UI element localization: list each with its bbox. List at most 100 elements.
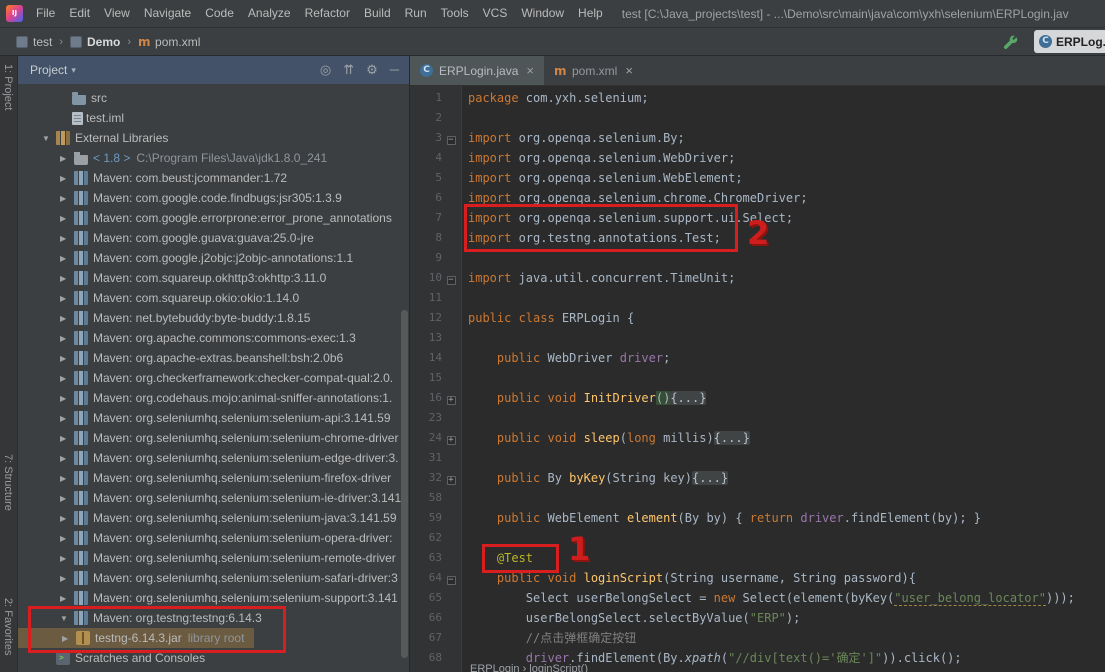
menu-view[interactable]: View [97, 0, 137, 27]
menu-refactor[interactable]: Refactor [298, 0, 357, 27]
tree-item-maven-org.codehaus.mojo-animal-sniffer-annotations-1.[interactable]: ▶ Maven: org.codehaus.mojo:animal-sniffer… [18, 388, 401, 408]
floating-editor-tab[interactable]: C ERPLog... [1034, 30, 1105, 53]
close-icon[interactable]: × [625, 63, 633, 78]
tab-erplogin.java[interactable]: C ERPLogin.java × [410, 56, 544, 85]
hide-panel-icon[interactable]: ─ [390, 62, 399, 78]
breadcrumb-item-pom.xml[interactable]: m pom.xml [138, 35, 200, 49]
menu-help[interactable]: Help [571, 0, 610, 27]
menu-edit[interactable]: Edit [62, 0, 97, 27]
tree-expand-icon[interactable]: ▶ [60, 174, 74, 183]
tree-item-maven-com.google.j2objc-j2objc-annotations-1.1[interactable]: ▶ Maven: com.google.j2objc:j2objc-annotat… [18, 248, 401, 268]
menu-build[interactable]: Build [357, 0, 398, 27]
tree-expand-icon[interactable]: ▶ [60, 574, 74, 583]
tree-item-maven-net.bytebuddy-byte-buddy-1.8.15[interactable]: ▶ Maven: net.bytebuddy:byte-buddy:1.8.15 [18, 308, 401, 328]
settings-gear-icon[interactable]: ⚙ [366, 62, 378, 78]
tree-item-maven-org.seleniumhq.selenium-selenium-edge-driver-3.[interactable]: ▶ Maven: org.seleniumhq.selenium:selenium… [18, 448, 401, 468]
tree-collapse-icon[interactable]: ▼ [60, 614, 74, 623]
tree-item-maven-org.seleniumhq.selenium-selenium-chrome-driver[interactable]: ▶ Maven: org.seleniumhq.selenium:selenium… [18, 428, 401, 448]
locate-icon[interactable]: ◎ [320, 62, 331, 78]
tree-item-maven-org.apache.commons-commons-exec-1.3[interactable]: ▶ Maven: org.apache.commons:commons-exec:… [18, 328, 401, 348]
tree-item-maven-com.squareup.okhttp3-okhttp-3.11.0[interactable]: ▶ Maven: com.squareup.okhttp3:okhttp:3.11… [18, 268, 401, 288]
tree-item-src[interactable]: src [18, 88, 401, 108]
stripe-button-structure[interactable]: 7: Structure [2, 454, 14, 511]
tree-expand-icon[interactable]: ▶ [60, 334, 74, 343]
tree-expand-icon[interactable]: ▶ [60, 474, 74, 483]
tab-pom.xml[interactable]: m pom.xml × [544, 56, 643, 85]
fold-marker-icon[interactable]: − [442, 268, 460, 288]
collapse-all-icon[interactable]: ⇈ [343, 62, 354, 78]
tree-item-maven-com.google.errorprone-error-prone-annotations[interactable]: ▶ Maven: com.google.errorprone:error_pron… [18, 208, 401, 228]
tree-item-maven-org.seleniumhq.selenium-selenium-support-3.141[interactable]: ▶ Maven: org.seleniumhq.selenium:selenium… [18, 588, 401, 608]
tree-expand-icon[interactable]: ▶ [60, 214, 74, 223]
tree-expand-icon[interactable]: ▶ [60, 454, 74, 463]
tree-item-label: Maven: org.seleniumhq.selenium:selenium-… [93, 471, 392, 485]
editor-code[interactable]: 1 package com.yxh.selenium; 2 3− import org.… [410, 86, 1105, 672]
menu-vcs[interactable]: VCS [476, 0, 515, 27]
tree-item-maven-org.seleniumhq.selenium-selenium-ie-driver-3.141[interactable]: ▶ Maven: org.seleniumhq.selenium:selenium… [18, 488, 401, 508]
gutter: 10− [410, 268, 462, 288]
tree-item-1.8[interactable]: ▶ < 1.8 > C:\Program Files\Java\jdk1.8.0_2… [18, 148, 401, 168]
tree-item-maven-org.seleniumhq.selenium-selenium-firefox-driver[interactable]: ▶ Maven: org.seleniumhq.selenium:selenium… [18, 468, 401, 488]
tree-item-maven-org.seleniumhq.selenium-selenium-safari-driver-3[interactable]: ▶ Maven: org.seleniumhq.selenium:selenium… [18, 568, 401, 588]
tree-row-content: ▶ Maven: org.seleniumhq.selenium:selenium… [18, 528, 401, 548]
line-number: 16 [428, 391, 442, 404]
tree-scrollbar[interactable] [401, 310, 408, 658]
tree-item-external-libraries[interactable]: ▼ External Libraries [18, 128, 401, 148]
menu-analyze[interactable]: Analyze [241, 0, 298, 27]
tree-item-maven-com.squareup.okio-okio-1.14.0[interactable]: ▶ Maven: com.squareup.okio:okio:1.14.0 [18, 288, 401, 308]
tree-item-maven-com.google.guava-guava-25.0-jre[interactable]: ▶ Maven: com.google.guava:guava:25.0-jre [18, 228, 401, 248]
stripe-button-project[interactable]: 1: Project [2, 64, 14, 110]
tree-item-maven-org.seleniumhq.selenium-selenium-remote-driver[interactable]: ▶ Maven: org.seleniumhq.selenium:selenium… [18, 548, 401, 568]
tree-expand-icon[interactable]: ▶ [60, 374, 74, 383]
tree-expand-icon[interactable]: ▶ [60, 594, 74, 603]
menu-code[interactable]: Code [198, 0, 241, 27]
menu-navigate[interactable]: Navigate [137, 0, 198, 27]
tree-expand-icon[interactable]: ▶ [60, 354, 74, 363]
menu-file[interactable]: File [29, 0, 62, 27]
tree-expand-icon[interactable]: ▶ [60, 394, 74, 403]
tree-expand-icon[interactable]: ▶ [60, 494, 74, 503]
breadcrumb-item-test[interactable]: test [16, 35, 52, 49]
tree-expand-icon[interactable]: ▶ [60, 154, 74, 163]
tree-item-testng-6.14.3.jar[interactable]: ▶ testng-6.14.3.jar library root [18, 628, 401, 648]
tree-item-maven-org.seleniumhq.selenium-selenium-opera-driver[interactable]: ▶ Maven: org.seleniumhq.selenium:selenium… [18, 528, 401, 548]
fold-marker-icon[interactable]: − [442, 568, 460, 588]
stripe-button-favorites[interactable]: 2: Favorites [2, 598, 14, 655]
tree-expand-icon[interactable]: ▶ [60, 234, 74, 243]
fold-marker-icon[interactable]: − [442, 128, 460, 148]
tree-item-test.iml[interactable]: test.iml [18, 108, 401, 128]
build-wrench-icon[interactable] [1002, 34, 1020, 52]
breadcrumb-label: test [33, 34, 53, 49]
tree-expand-icon[interactable]: ▶ [62, 634, 76, 643]
editor-area[interactable]: C ERPLogin.java × m pom.xml × 1 package com.yx… [410, 56, 1105, 672]
tree-expand-icon[interactable]: ▶ [60, 414, 74, 423]
tree-expand-icon[interactable]: ▶ [60, 314, 74, 323]
tree-item-maven-com.google.code.findbugs-jsr305-1.3.9[interactable]: ▶ Maven: com.google.code.findbugs:jsr305:… [18, 188, 401, 208]
tree-expand-icon[interactable]: ▶ [60, 194, 74, 203]
tree-item-maven-org.testng-testng-6.14.3[interactable]: ▼ Maven: org.testng:testng:6.14.3 [18, 608, 401, 628]
fold-marker-icon[interactable]: + [442, 388, 460, 408]
tree-item-maven-org.checkerframework-checker-compat-qual-2.0.[interactable]: ▶ Maven: org.checkerframework:checker-com… [18, 368, 401, 388]
tree-expand-icon[interactable]: ▶ [60, 274, 74, 283]
fold-marker-icon[interactable]: + [442, 428, 460, 448]
project-view-dropdown[interactable]: Project ▾ [30, 63, 76, 77]
tree-expand-icon[interactable]: ▶ [60, 514, 74, 523]
tree-expand-icon[interactable]: ▶ [60, 434, 74, 443]
tree-expand-icon[interactable]: ▶ [60, 554, 74, 563]
menu-window[interactable]: Window [514, 0, 571, 27]
fold-marker-icon[interactable]: + [442, 468, 460, 488]
tree-item-scratches-and-consoles[interactable]: Scratches and Consoles [18, 648, 401, 668]
tree-expand-icon[interactable]: ▶ [60, 294, 74, 303]
tree-collapse-icon[interactable]: ▼ [42, 134, 56, 143]
tree-item-maven-org.seleniumhq.selenium-selenium-api-3.141.59[interactable]: ▶ Maven: org.seleniumhq.selenium:selenium… [18, 408, 401, 428]
tree-item-maven-org.apache-extras.beanshell-bsh-2.0b6[interactable]: ▶ Maven: org.apache-extras.beanshell:bsh:… [18, 348, 401, 368]
breadcrumb-item-demo[interactable]: Demo [70, 35, 120, 49]
menu-run[interactable]: Run [398, 0, 434, 27]
tree-item-maven-org.seleniumhq.selenium-selenium-java-3.141.59[interactable]: ▶ Maven: org.seleniumhq.selenium:selenium… [18, 508, 401, 528]
menu-tools[interactable]: Tools [434, 0, 476, 27]
tree-expand-icon[interactable]: ▶ [60, 534, 74, 543]
code-token: driver [800, 511, 844, 525]
tree-item-maven-com.beust-jcommander-1.72[interactable]: ▶ Maven: com.beust:jcommander:1.72 [18, 168, 401, 188]
close-icon[interactable]: × [526, 63, 534, 78]
tree-expand-icon[interactable]: ▶ [60, 254, 74, 263]
